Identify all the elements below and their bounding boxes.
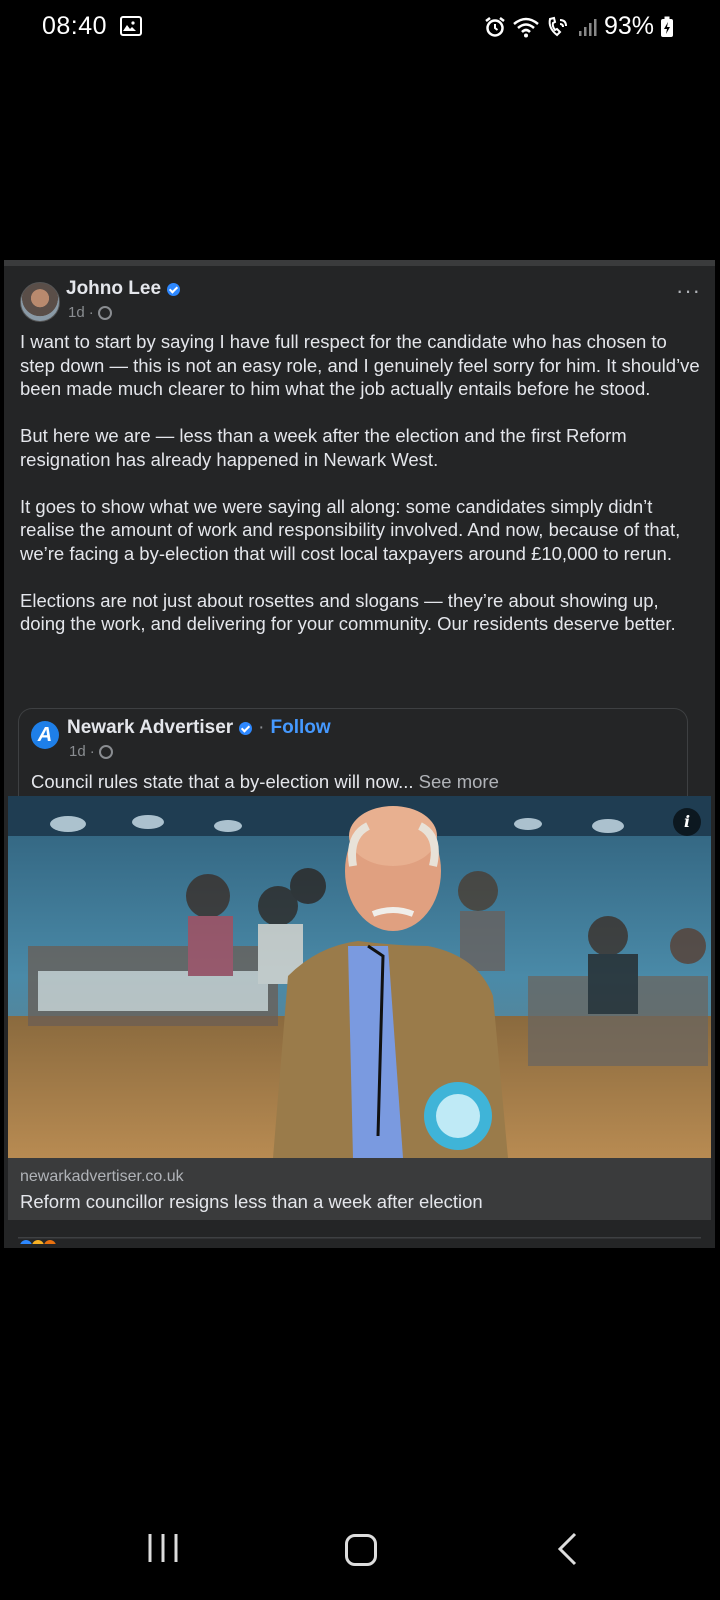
gallery-notification-icon: [120, 16, 142, 36]
shared-caption: Council rules state that a by-election w…: [31, 771, 414, 792]
battery-percent: 93%: [603, 12, 654, 40]
info-icon[interactable]: i: [673, 808, 701, 836]
verified-badge-icon: [167, 282, 181, 296]
post-time[interactable]: 1d: [68, 304, 85, 321]
separator-dot: ·: [258, 717, 265, 738]
shared-meta: 1d ·: [69, 743, 113, 760]
shared-page-header: Newark Advertiser · Follow: [67, 717, 331, 739]
status-bar: 08:40 93%: [0, 0, 720, 54]
shared-page-name[interactable]: Newark Advertiser: [67, 717, 233, 739]
post-body: I want to start by saying I have full re…: [20, 330, 704, 659]
signal-icon: [578, 18, 597, 36]
globe-icon: [97, 305, 112, 320]
status-icons: 93%: [484, 12, 674, 41]
alarm-icon: [485, 16, 505, 37]
battery-charging-icon: [661, 16, 673, 37]
link-domain: newarkadvertiser.co.uk: [20, 1168, 184, 1185]
wifi-calling-icon: [548, 16, 567, 36]
link-preview[interactable]: newarkadvertiser.co.uk Reform councillor…: [8, 1158, 711, 1220]
link-title[interactable]: Reform councillor resigns less than a we…: [20, 1191, 483, 1213]
shared-text: Council rules state that a by-election w…: [31, 771, 499, 793]
follow-button[interactable]: Follow: [271, 717, 331, 739]
shared-time[interactable]: 1d: [69, 743, 86, 760]
separator-dot: ·: [89, 743, 95, 760]
back-button[interactable]: [555, 1530, 579, 1568]
post-paragraph: But here we are — less than a week after…: [20, 425, 627, 470]
photo-illustration: [8, 796, 711, 1158]
newspaper-logo[interactable]: A: [31, 721, 59, 749]
system-nav-bar: [0, 1530, 720, 1574]
reaction-icons: [18, 1237, 701, 1244]
recents-button[interactable]: [148, 1530, 178, 1566]
article-photo[interactable]: i: [8, 796, 711, 1158]
post-paragraph: It goes to show what we were saying all …: [20, 495, 681, 564]
shared-post[interactable]: A Newark Advertiser · Follow 1d · Counci…: [18, 708, 688, 808]
status-time: 08:40: [42, 12, 108, 40]
more-options-button[interactable]: ···: [676, 278, 701, 304]
avatar[interactable]: [20, 282, 60, 322]
globe-icon: [98, 744, 113, 759]
post-author[interactable]: Johno Lee: [66, 278, 181, 300]
see-more-link[interactable]: See more: [419, 771, 499, 792]
verified-badge-icon: [239, 721, 253, 735]
post-meta: 1d ·: [68, 304, 112, 321]
reactions-row[interactable]: [18, 1234, 701, 1244]
wifi-icon: [513, 17, 539, 37]
author-name[interactable]: Johno Lee: [66, 278, 161, 300]
home-button[interactable]: [345, 1534, 377, 1566]
separator-dot: ·: [88, 304, 94, 321]
post-paragraph: I want to start by saying I have full re…: [20, 331, 700, 399]
post-card: Johno Lee 1d · ··· I want to start by sa…: [4, 260, 715, 1248]
post-paragraph: Elections are not just about rosettes an…: [20, 589, 676, 635]
